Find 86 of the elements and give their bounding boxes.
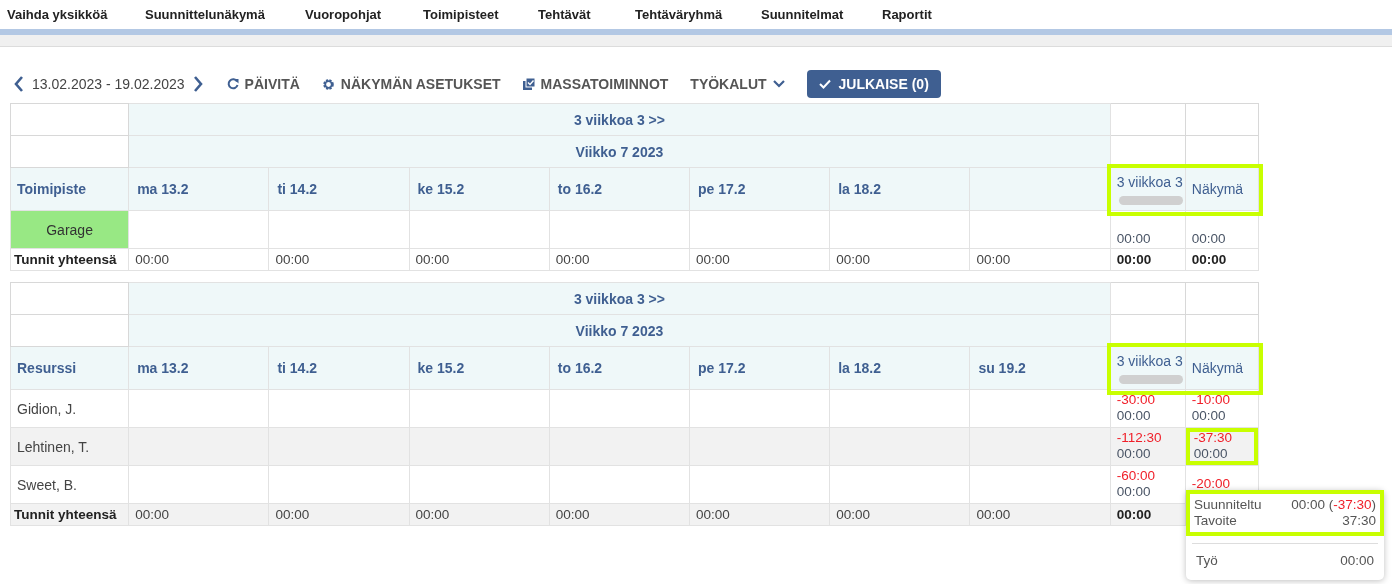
row-label: Tunnit yhteensä (10, 248, 129, 271)
column-header: 3 viikkoa 3 (1116, 173, 1183, 190)
column-header: ma 13.2 (128, 167, 269, 211)
hours-value: -112:30 (1116, 430, 1163, 446)
column-header: Näkymä (1191, 181, 1244, 197)
tooltip-label: Suunniteltu (1194, 497, 1262, 513)
period-header[interactable]: 3 viikkoa 3 >> (128, 282, 1111, 315)
menu-item[interactable]: Suunnittelunäkymä (145, 6, 305, 22)
table-cell: 00:00 (829, 503, 970, 526)
table-cell: 00:00 (1185, 248, 1259, 271)
column-header: pe 17.2 (689, 167, 830, 211)
checkmark-icon (818, 79, 831, 89)
menu-item[interactable]: Raportit (882, 6, 932, 22)
hours-value: 00:00 (1116, 231, 1152, 247)
column-header: ke 15.2 (409, 167, 550, 211)
bulk-actions-button[interactable]: MASSATOIMINNOT (522, 76, 669, 92)
table-cell: 00:00 (689, 503, 830, 526)
tooltip-value: 00:00 (1340, 553, 1374, 569)
menu-item[interactable]: Vuoropohjat (305, 6, 423, 22)
view-settings-button[interactable]: NÄKYMÄN ASETUKSET (321, 76, 501, 92)
table-cell: 00:00 (409, 248, 550, 271)
column-header: Näkymä (1191, 360, 1244, 376)
tooltip-label: Työ (1196, 553, 1218, 569)
table-cell: 00:00 (1110, 248, 1186, 271)
chevron-right-icon (192, 76, 203, 92)
hours-value: 00:00 (1116, 408, 1152, 424)
column-header: Toimipiste (10, 167, 129, 211)
resource-name[interactable]: Sweet, B. (10, 465, 129, 504)
hours-value: 00:00 (1191, 408, 1227, 424)
previous-button[interactable] (12, 76, 26, 92)
checklist-icon (522, 78, 535, 90)
hours-value: 00:00 (1191, 231, 1227, 247)
table-cell: 00:00 (128, 503, 269, 526)
column-header: to 16.2 (549, 167, 690, 211)
tooltip-label: Tavoite (1194, 513, 1237, 529)
hours-value: -30:00 (1116, 392, 1156, 408)
menu-item[interactable]: Suunnitelmat (761, 6, 882, 22)
week-header[interactable]: Viikko 7 2023 (128, 135, 1111, 168)
menu-item[interactable]: Tehtäväryhmä (635, 6, 761, 22)
column-header: ma 13.2 (128, 346, 269, 390)
table-cell: 00:00 (409, 503, 550, 526)
tooltip-value: 00:00 (-37:30) (1291, 497, 1376, 513)
menu-item[interactable]: Tehtävät (538, 6, 635, 22)
resource-name[interactable]: Gidion, J. (10, 389, 129, 428)
week-header[interactable]: Viikko 7 2023 (128, 314, 1111, 347)
date-range: 13.02.2023 - 19.02.2023 (32, 76, 185, 92)
chevron-left-icon (14, 76, 24, 92)
hours-value: -20:00 (1191, 476, 1232, 492)
menu-item[interactable]: Vaihda yksikköä (7, 6, 145, 22)
hours-value: -60:00 (1116, 468, 1156, 484)
refresh-icon (226, 78, 239, 90)
table-cell: 00:00 (268, 248, 410, 271)
hours-value: 00:00 (1116, 446, 1152, 462)
settings-icon (321, 77, 335, 91)
table-cell: 00:00 (549, 503, 690, 526)
hours-value: -10:00 (1191, 392, 1232, 408)
row-label: Tunnit yhteensä (10, 503, 129, 526)
resource-name[interactable]: Lehtinen, T. (10, 427, 129, 466)
menu-item[interactable]: Toimipisteet (423, 6, 538, 22)
table-cell: 00:00 (969, 503, 1111, 526)
hours-value: 00:00 (1116, 484, 1152, 500)
scrollbar[interactable] (1118, 195, 1183, 205)
caret-icon (772, 80, 785, 88)
column-header: 3 viikkoa 3 (1116, 352, 1183, 369)
table-cell: 00:00 (128, 248, 269, 271)
column-header: ke 15.2 (409, 346, 550, 390)
column-header: ti 14.2 (268, 346, 410, 390)
column-header: Resurssi (10, 346, 129, 390)
column-header: la 18.2 (829, 167, 970, 211)
tools-dropdown[interactable]: TYÖKALUT (690, 76, 785, 92)
table-cell: 00:00 (829, 248, 970, 271)
column-header: pe 17.2 (689, 346, 830, 390)
table-cell: 00:00 (969, 248, 1111, 271)
table-cell: 00:00 (549, 248, 690, 271)
column-header: la 18.2 (829, 346, 970, 390)
period-header[interactable]: 3 viikkoa 3 >> (128, 103, 1111, 136)
scrollbar[interactable] (1118, 374, 1183, 384)
hours-value: 00:00 (1193, 446, 1229, 462)
table-cell: 00:00 (689, 248, 830, 271)
hours-value: -37:30 (1193, 430, 1234, 446)
column-header: ti 14.2 (268, 167, 410, 211)
unit-tag[interactable]: Garage (10, 210, 129, 249)
refresh-button[interactable]: PÄIVITÄ (226, 76, 300, 92)
column-header: to 16.2 (549, 346, 690, 390)
publish-button[interactable]: JULKAISE (0) (806, 70, 941, 98)
tooltip-value: 37:30 (1342, 513, 1376, 529)
